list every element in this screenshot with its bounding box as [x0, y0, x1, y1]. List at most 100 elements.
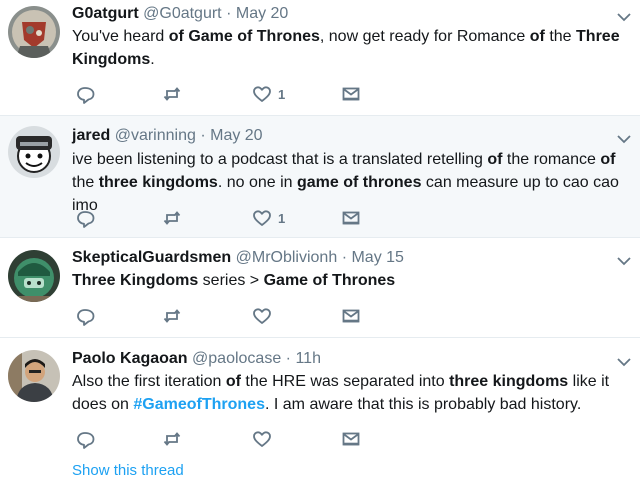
chevron-down-icon: [617, 257, 631, 266]
reply-button[interactable]: [76, 206, 96, 230]
tweet-text: Also the first iteration of the HRE was …: [72, 370, 632, 416]
text-segment: the: [544, 28, 577, 45]
highlighted-term: of: [487, 151, 503, 168]
text-segment: . I am aware that this is probably bad h…: [264, 396, 582, 413]
shield-knight-avatar: [8, 6, 60, 58]
reply-button[interactable]: [76, 427, 96, 451]
highlighted-term: of: [225, 373, 241, 390]
highlighted-term: of: [529, 28, 545, 45]
message-button[interactable]: [341, 304, 361, 328]
tweet-actions: [0, 427, 640, 451]
chevron-down-icon: [617, 13, 631, 22]
person-photo-avatar: [8, 350, 60, 402]
more-options-button[interactable]: [616, 355, 632, 367]
text-segment: the HRE was separated into: [240, 373, 450, 390]
highlighted-term: three kingdoms: [98, 174, 218, 191]
text-segment: .: [150, 51, 155, 68]
hashtag-link[interactable]: #GameofThrones: [133, 396, 265, 413]
avatar[interactable]: [8, 6, 60, 58]
display-name[interactable]: G0atgurt: [72, 5, 139, 22]
tweet[interactable]: jared @varinning · May 20 ive been liste…: [0, 116, 640, 238]
retweet-icon: [163, 432, 181, 446]
text-segment: , now get ready for Romance: [319, 28, 530, 45]
like-count: 1: [278, 210, 286, 226]
reply-icon: [77, 432, 95, 449]
tweet-actions: 1: [0, 206, 640, 230]
highlighted-term: three kingdoms: [449, 373, 569, 390]
message-icon: [342, 309, 360, 323]
retweet-button[interactable]: [162, 82, 182, 106]
reply-button[interactable]: [76, 304, 96, 328]
text-segment: . no one in: [217, 174, 297, 191]
like-button[interactable]: [252, 427, 272, 451]
retweet-button[interactable]: [162, 427, 182, 451]
message-button[interactable]: [341, 82, 361, 106]
retweet-icon: [163, 211, 181, 225]
tweet-text: Three Kingdoms series > Game of Thrones: [72, 269, 632, 292]
text-segment: series >: [198, 272, 264, 289]
message-icon: [342, 87, 360, 101]
reply-button[interactable]: [76, 82, 96, 106]
tweet-date[interactable]: May 15: [351, 249, 403, 266]
user-handle[interactable]: @varinning: [115, 127, 196, 144]
reply-icon: [77, 87, 95, 104]
user-handle[interactable]: @MrOblivionh: [236, 249, 338, 266]
display-name[interactable]: jared: [72, 127, 110, 144]
text-segment: the romance: [502, 151, 601, 168]
retweet-icon: [163, 87, 181, 101]
tweet-text: You've heard of Game of Thrones, now get…: [72, 25, 632, 71]
tweet-header: Paolo Kagaoan @paolocase · 11h: [72, 349, 610, 369]
retweet-icon: [163, 309, 181, 323]
message-button[interactable]: [341, 427, 361, 451]
message-button[interactable]: [341, 206, 361, 230]
separator-dot: ·: [200, 127, 206, 144]
like-button[interactable]: 1: [252, 82, 285, 106]
tweet-date[interactable]: 11h: [295, 350, 321, 367]
like-icon: [253, 86, 271, 102]
user-handle[interactable]: @G0atgurt: [143, 5, 222, 22]
tweet[interactable]: SkepticalGuardsmen @MrOblivionh · May 15…: [0, 238, 640, 338]
avatar[interactable]: [8, 250, 60, 302]
tweet-actions: 1: [0, 82, 640, 106]
text-segment: the: [72, 174, 99, 191]
display-name[interactable]: Paolo Kagaoan: [72, 350, 188, 367]
tweet-date[interactable]: May 20: [210, 127, 262, 144]
chevron-down-icon: [617, 358, 631, 367]
text-segment: You've heard: [72, 28, 169, 45]
tweet-header: SkepticalGuardsmen @MrOblivionh · May 15: [72, 248, 610, 268]
avatar[interactable]: [8, 350, 60, 402]
separator-dot: ·: [341, 249, 348, 266]
more-options-button[interactable]: [616, 254, 632, 266]
avatar[interactable]: [8, 126, 60, 178]
message-icon: [342, 211, 360, 225]
retweet-button[interactable]: [162, 206, 182, 230]
retweet-button[interactable]: [162, 304, 182, 328]
tweet-header: jared @varinning · May 20: [72, 126, 610, 146]
tweet-date[interactable]: May 20: [236, 5, 288, 22]
highlighted-term: Three Kingdoms: [72, 272, 199, 289]
tweet[interactable]: G0atgurt @G0atgurt · May 20 You've heard…: [0, 0, 640, 116]
like-button[interactable]: [252, 304, 272, 328]
text-segment: ive been listening to a podcast that is …: [72, 151, 488, 168]
tweet-actions: [0, 304, 640, 328]
highlighted-term: game of thrones: [297, 174, 422, 191]
separator-dot: ·: [226, 5, 232, 22]
green-helmet-avatar: [8, 250, 60, 302]
show-thread-link[interactable]: Show this thread: [72, 462, 184, 479]
display-name[interactable]: SkepticalGuardsmen: [72, 249, 231, 266]
more-options-button[interactable]: [616, 132, 632, 144]
user-handle[interactable]: @paolocase: [192, 350, 281, 367]
more-options-button[interactable]: [616, 10, 632, 22]
reply-icon: [77, 211, 95, 228]
highlighted-term: Game of Thrones: [263, 272, 396, 289]
like-button[interactable]: 1: [252, 206, 285, 230]
highlighted-term: of: [600, 151, 616, 168]
cartoon-face-avatar: [8, 126, 60, 178]
separator-dot: ·: [285, 350, 291, 367]
highlighted-term: of Game of Thrones: [168, 28, 320, 45]
tweet[interactable]: Paolo Kagaoan @paolocase · 11h Also the …: [0, 338, 640, 478]
like-count: 1: [278, 86, 286, 102]
tweet-header: G0atgurt @G0atgurt · May 20: [72, 4, 610, 24]
message-icon: [342, 432, 360, 446]
tweet-feed: G0atgurt @G0atgurt · May 20 You've heard…: [0, 0, 640, 479]
